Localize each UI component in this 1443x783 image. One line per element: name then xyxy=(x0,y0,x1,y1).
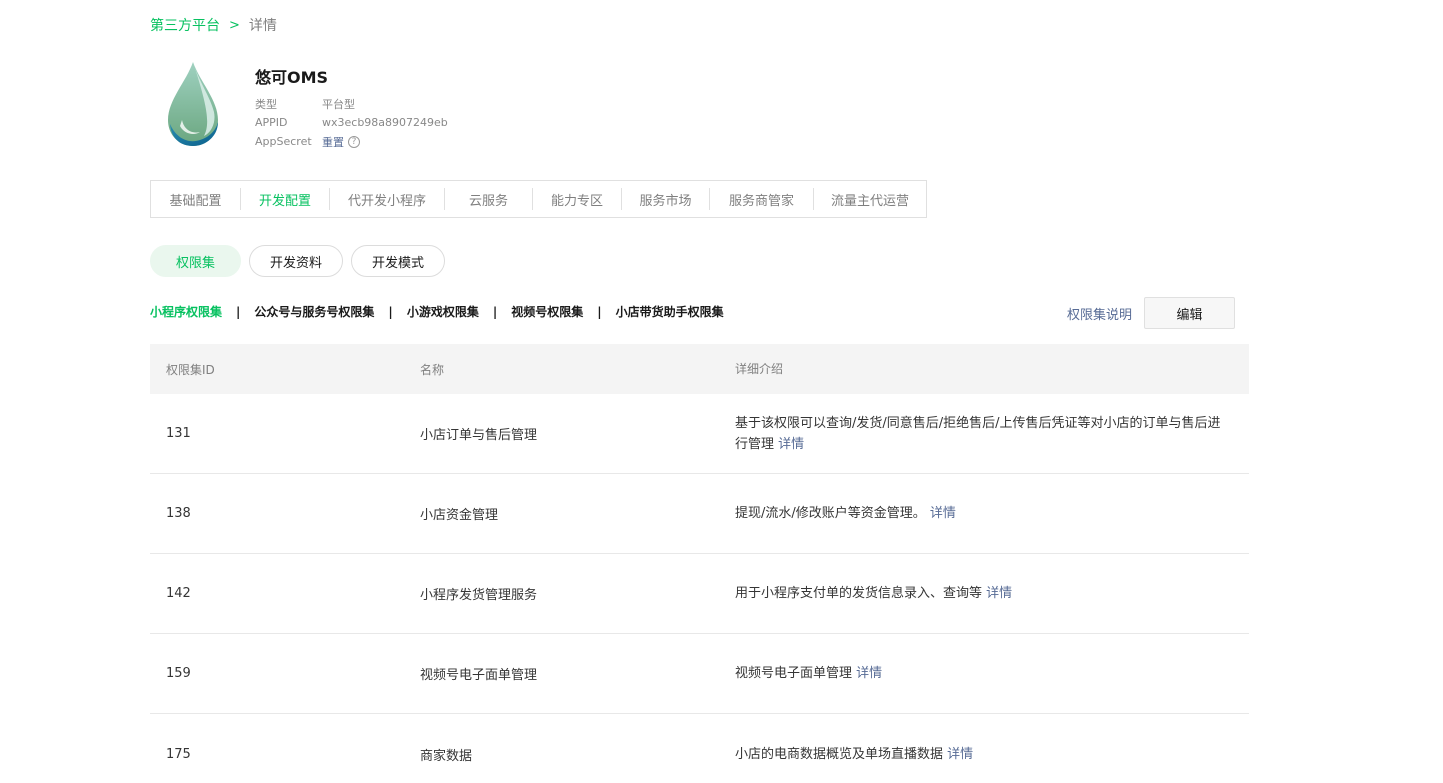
breadcrumb-parent-link[interactable]: 第三方平台 xyxy=(150,15,220,35)
page: 第三方平台 > 详情 悠可OMS 类型 平台型 APPID wx3ecb98a8… xyxy=(0,0,1443,783)
desc-text: 视频号电子面单管理 xyxy=(735,666,853,681)
desc-text: 提现/流水/修改账户等资金管理。 xyxy=(735,506,926,521)
header-desc: 详细介绍 xyxy=(735,361,784,376)
permission-help-link[interactable]: 权限集说明 xyxy=(1067,304,1132,323)
detail-link[interactable]: 详情 xyxy=(778,437,804,452)
breadcrumb: 第三方平台 > 详情 xyxy=(150,15,277,35)
sub-tab-separator: | xyxy=(236,304,241,319)
detail-link[interactable]: 详情 xyxy=(947,747,973,762)
sub-tab-channels[interactable]: 视频号权限集 xyxy=(511,303,583,320)
cell-id: 131 xyxy=(166,426,191,441)
permission-sub-tabs: 小程序权限集 | 公众号与服务号权限集 | 小游戏权限集 | 视频号权限集 | … xyxy=(150,303,724,320)
tab-dev-miniprogram[interactable]: 代开发小程序 xyxy=(330,188,445,210)
tab-service-market[interactable]: 服务市场 xyxy=(622,188,710,210)
cell-id: 159 xyxy=(166,666,191,681)
meta-key: AppSecret xyxy=(255,135,312,148)
meta-row-appid: APPID wx3ecb98a8907249eb xyxy=(255,113,448,132)
pill-tab-permissions[interactable]: 权限集 xyxy=(150,245,242,277)
permission-table: 权限集ID 名称 详细介绍 131 小店订单与售后管理 基于该权限可以查询/发货… xyxy=(150,344,1249,783)
cell-name: 商家数据 xyxy=(420,748,473,764)
app-meta: 类型 平台型 APPID wx3ecb98a8907249eb AppSecre… xyxy=(255,94,448,151)
header-name: 名称 xyxy=(420,362,445,377)
detail-link[interactable]: 详情 xyxy=(856,666,882,681)
meta-key: 类型 xyxy=(255,97,277,111)
table-row: 175 商家数据 小店的电商数据概览及单场直播数据 详情 xyxy=(150,714,1249,783)
header-id: 权限集ID xyxy=(166,362,215,377)
cell-name: 小程序发货管理服务 xyxy=(420,588,538,603)
app-name: 悠可OMS xyxy=(255,68,329,87)
pill-tab-dev-docs[interactable]: 开发资料 xyxy=(249,245,344,277)
breadcrumb-current: 详情 xyxy=(248,18,277,34)
pill-tabs: 权限集 开发资料 开发模式 xyxy=(150,245,446,277)
cell-desc: 基于该权限可以查询/发货/同意售后/拒绝售后/上传售后凭证等对小店的订单与售后进… xyxy=(735,413,1249,455)
detail-link[interactable]: 详情 xyxy=(986,586,1012,601)
chevron-right-icon: > xyxy=(229,17,240,33)
meta-row-appsecret: AppSecret 重置 ? xyxy=(255,132,448,151)
sub-tab-shop-assistant[interactable]: 小店带货助手权限集 xyxy=(616,303,724,320)
sub-tab-separator: | xyxy=(388,304,393,319)
cell-name: 小店资金管理 xyxy=(420,508,499,523)
edit-button[interactable]: 编辑 xyxy=(1144,297,1235,329)
cell-name: 小店订单与售后管理 xyxy=(420,428,538,443)
sub-tab-official-account[interactable]: 公众号与服务号权限集 xyxy=(254,303,374,320)
pill-tab-dev-mode[interactable]: 开发模式 xyxy=(351,245,446,277)
cell-desc: 用于小程序支付单的发货信息录入、查询等 详情 xyxy=(735,583,1249,604)
detail-link[interactable]: 详情 xyxy=(930,506,956,521)
cell-id: 142 xyxy=(166,586,191,601)
sub-tab-separator: | xyxy=(597,304,602,319)
tab-service-manager[interactable]: 服务商管家 xyxy=(710,188,814,210)
help-icon[interactable]: ? xyxy=(348,135,360,148)
sub-tab-miniprogram[interactable]: 小程序权限集 xyxy=(150,303,222,320)
cell-desc: 小店的电商数据概览及单场直播数据 详情 xyxy=(735,744,1249,765)
cell-id: 138 xyxy=(166,506,191,521)
table-row: 138 小店资金管理 提现/流水/修改账户等资金管理。 详情 xyxy=(150,474,1249,554)
sub-tab-minigame[interactable]: 小游戏权限集 xyxy=(407,303,479,320)
table-header: 权限集ID 名称 详细介绍 xyxy=(150,344,1249,394)
tab-traffic-operation[interactable]: 流量主代运营 xyxy=(814,188,926,210)
tab-dev-config[interactable]: 开发配置 xyxy=(241,188,330,210)
meta-value: wx3ecb98a8907249eb xyxy=(322,116,448,129)
cell-desc: 提现/流水/修改账户等资金管理。 详情 xyxy=(735,503,1249,524)
cell-name: 视频号电子面单管理 xyxy=(420,668,538,683)
desc-text: 基于该权限可以查询/发货/同意售后/拒绝售后/上传售后凭证等对小店的订单与售后进… xyxy=(735,415,1221,452)
table-row: 131 小店订单与售后管理 基于该权限可以查询/发货/同意售后/拒绝售后/上传售… xyxy=(150,394,1249,474)
meta-key: APPID xyxy=(255,116,288,129)
cell-id: 175 xyxy=(166,746,191,762)
app-logo xyxy=(168,62,218,146)
reset-secret-link[interactable]: 重置 xyxy=(322,134,344,150)
sub-tab-separator: | xyxy=(492,304,498,319)
desc-text: 小店的电商数据概览及单场直播数据 xyxy=(735,746,944,762)
tab-basic-config[interactable]: 基础配置 xyxy=(151,188,241,210)
tab-cloud-service[interactable]: 云服务 xyxy=(445,188,533,210)
table-row: 159 视频号电子面单管理 视频号电子面单管理 详情 xyxy=(150,634,1249,714)
meta-row-type: 类型 平台型 xyxy=(255,94,448,113)
table-row: 142 小程序发货管理服务 用于小程序支付单的发货信息录入、查询等 详情 xyxy=(150,554,1249,634)
cell-desc: 视频号电子面单管理 详情 xyxy=(735,663,1249,684)
desc-text: 用于小程序支付单的发货信息录入、查询等 xyxy=(735,586,983,601)
meta-value: 平台型 xyxy=(322,97,355,111)
tab-capability-zone[interactable]: 能力专区 xyxy=(533,188,622,210)
main-tabs: 基础配置 开发配置 代开发小程序 云服务 能力专区 服务市场 服务商管家 流量主… xyxy=(150,180,927,218)
